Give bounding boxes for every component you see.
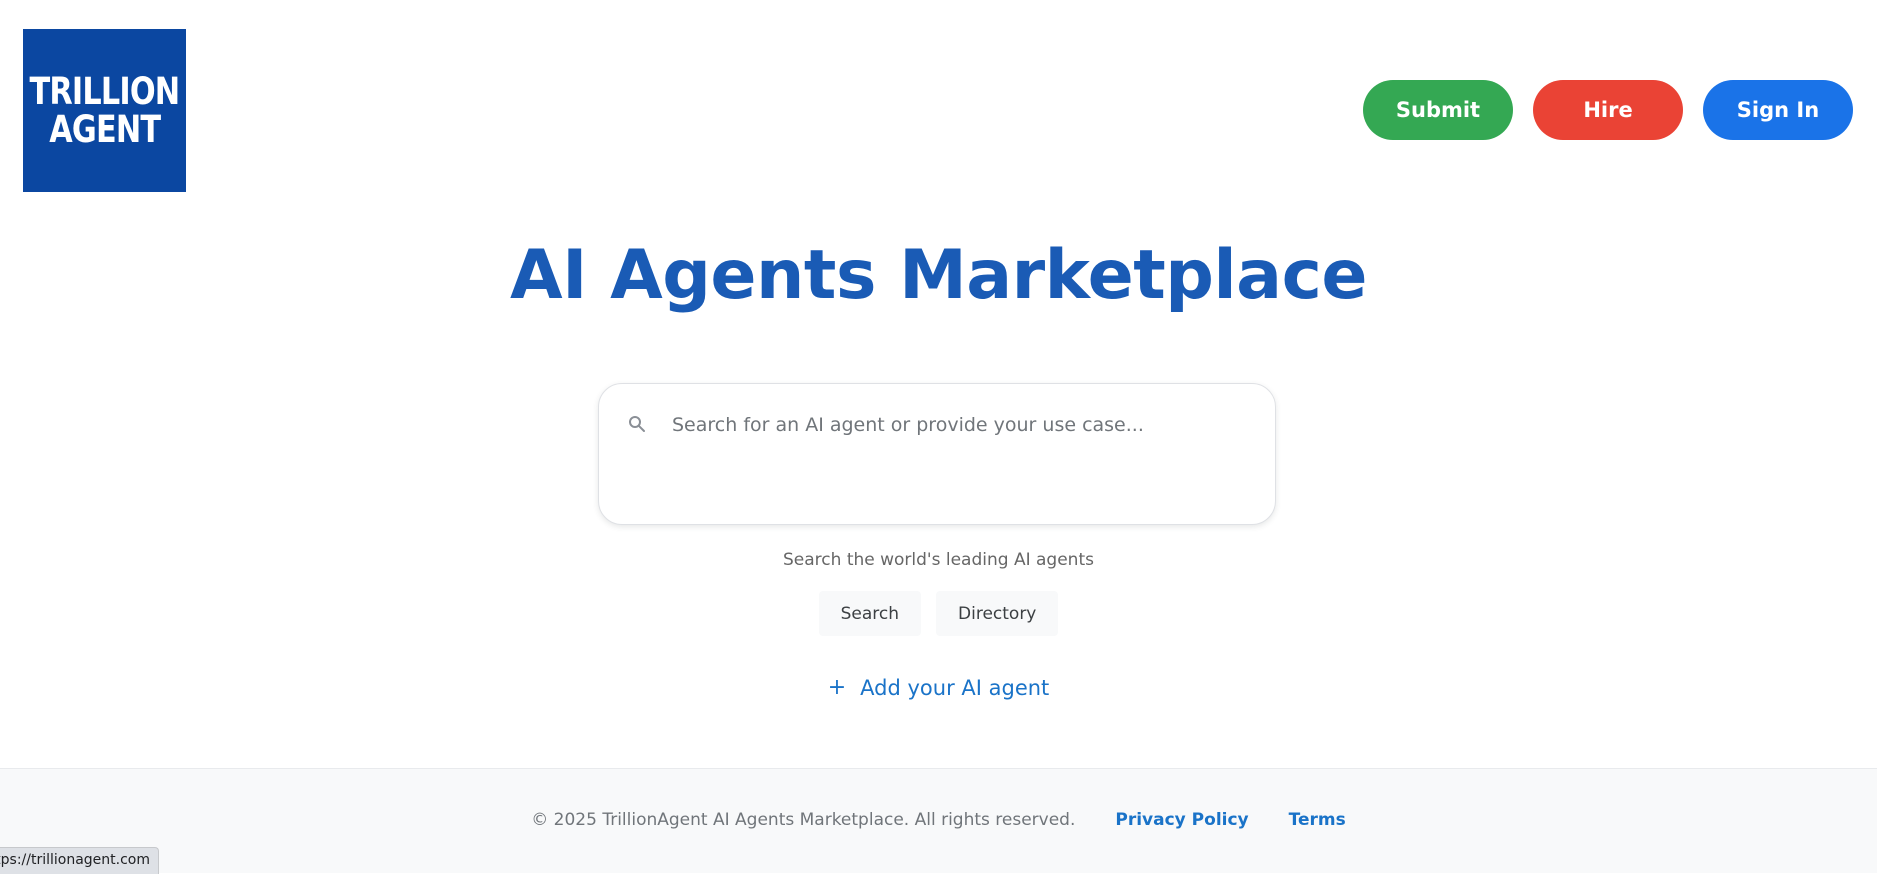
trillion-agent-logo[interactable]: TRILLION AGENT <box>23 29 186 192</box>
footer: © 2025 TrillionAgent AI Agents Marketpla… <box>0 768 1877 873</box>
sign-in-button[interactable]: Sign In <box>1703 80 1853 140</box>
submit-button[interactable]: Submit <box>1363 80 1513 140</box>
header-actions: Submit Hire Sign In <box>1363 80 1853 140</box>
copyright-text: © 2025 TrillionAgent AI Agents Marketpla… <box>531 810 1076 830</box>
page: TRILLION AGENT Submit Hire Sign In AI Ag… <box>0 0 1877 874</box>
search-subtitle: Search the world's leading AI agents <box>783 550 1094 570</box>
privacy-policy-link[interactable]: Privacy Policy <box>1115 810 1248 830</box>
page-title: AI Agents Marketplace <box>510 236 1368 315</box>
footer-content: © 2025 TrillionAgent AI Agents Marketpla… <box>0 810 1877 830</box>
plus-icon: + <box>827 675 847 700</box>
directory-button[interactable]: Directory <box>936 591 1059 636</box>
search-input[interactable] <box>670 406 1254 444</box>
search-icon <box>629 416 645 432</box>
hire-button[interactable]: Hire <box>1533 80 1683 140</box>
status-bar-url: https://trillionagent.com <box>0 852 150 868</box>
browser-status-bar: https://trillionagent.com <box>0 847 159 874</box>
quick-buttons: Search Directory <box>0 591 1877 636</box>
search-button[interactable]: Search <box>818 591 922 636</box>
terms-link[interactable]: Terms <box>1289 810 1346 830</box>
logo-line-1: TRILLION <box>29 69 181 113</box>
add-agent-link[interactable]: + Add your AI agent <box>0 676 1877 700</box>
search-box[interactable] <box>598 383 1276 525</box>
logo-line-2: AGENT <box>48 107 161 151</box>
add-agent-label: Add your AI agent <box>860 676 1050 700</box>
